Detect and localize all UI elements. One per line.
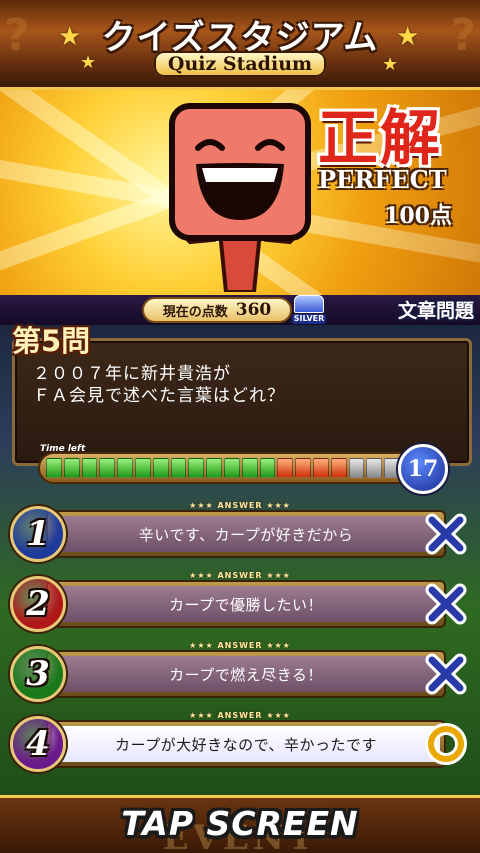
answer-number-badge: 1 [10,506,66,562]
answer-number-badge: 2 [10,576,66,632]
question-number: 第5問 [12,324,91,358]
time-gauge-segment [152,458,169,478]
answer-option-1[interactable]: ★★★ ANSWER ★★★ 辛いです、カープが好きだから 1 [8,501,472,566]
wrong-x-icon [422,580,470,628]
answer-tag: ★★★ ANSWER ★★★ [189,501,291,510]
time-gauge-segment [63,458,80,478]
time-gauge-segment [330,458,347,478]
time-gauge-segment [81,458,98,478]
time-gauge-segment [206,458,222,478]
time-gauge-segment [366,458,383,478]
answer-option-2[interactable]: ★★★ ANSWER ★★★ カープで優勝したい！ 2 [8,571,472,636]
answer-option-3[interactable]: ★★★ ANSWER ★★★ カープで燃え尽きる！ 3 [8,641,472,706]
time-gauge-segment [241,458,258,478]
time-gauge-segment [170,458,187,478]
time-gauge-segment [117,458,133,478]
rank-badge-label: SILVER [292,314,326,324]
answer-text: カープで燃え尽きる！ [52,656,440,692]
footer[interactable]: EVENT TAP SCREEN [0,795,480,853]
question-line: ２００７年に新井貴浩が [33,364,231,384]
question-line: ＦＡ会見で述べた言葉はどれ？ [33,386,285,406]
mascot-character [169,103,311,292]
tap-screen-prompt[interactable]: TAP SCREEN [0,804,480,843]
correct-circle-icon [422,720,470,768]
result-points: 100点 [384,203,452,229]
answer-text: カープが大好きなので、辛かったです [52,726,440,762]
wrong-x-icon [422,510,470,558]
game-subtitle: Quiz Stadium [0,51,480,77]
header: ? ? ★ ★ ★ ★ クイズスタジアム Quiz Stadium [0,0,480,90]
time-gauge-segment [99,458,116,478]
answer-option-4[interactable]: ★★★ ANSWER ★★★ カープが大好きなので、辛かったです 4 [8,711,472,776]
answer-number-badge: 4 [10,716,66,772]
rank-badge: SILVER [292,295,326,325]
question-category: 文章問題 [397,300,474,322]
question-text: ２００７年に新井貴浩が ＦＡ会見で述べた言葉はどれ？ [33,363,457,407]
time-gauge-segment [295,458,311,478]
time-gauge-segment [259,458,276,478]
time-gauge-segment [277,458,294,478]
current-score-label: 現在の点数 [162,304,228,320]
answer-tag: ★★★ ANSWER ★★★ [189,711,291,720]
crown-icon [294,295,324,313]
time-gauge-segment [134,458,151,478]
time-remaining: 17 [398,444,448,494]
answer-number-badge: 3 [10,646,66,702]
time-gauge-segment [312,458,329,478]
answer-text: 辛いです、カープが好きだから [52,516,440,552]
wrong-x-icon [422,650,470,698]
current-score-value: 360 [235,300,272,320]
current-score: 現在の点数 360 [142,297,292,323]
result-panel: 正解 PERFECT 100点 [0,90,480,295]
result-rating: PERFECT [318,165,447,194]
result-verdict: 正解 [318,104,442,174]
answer-text: カープで優勝したい！ [52,586,440,622]
time-gauge-segment [188,458,205,478]
time-gauge-segment [46,458,62,478]
time-gauge-segment [348,458,365,478]
answer-tag: ★★★ ANSWER ★★★ [189,641,291,650]
time-gauge [38,452,408,484]
answer-tag: ★★★ ANSWER ★★★ [189,571,291,580]
time-gauge-segment [223,458,240,478]
